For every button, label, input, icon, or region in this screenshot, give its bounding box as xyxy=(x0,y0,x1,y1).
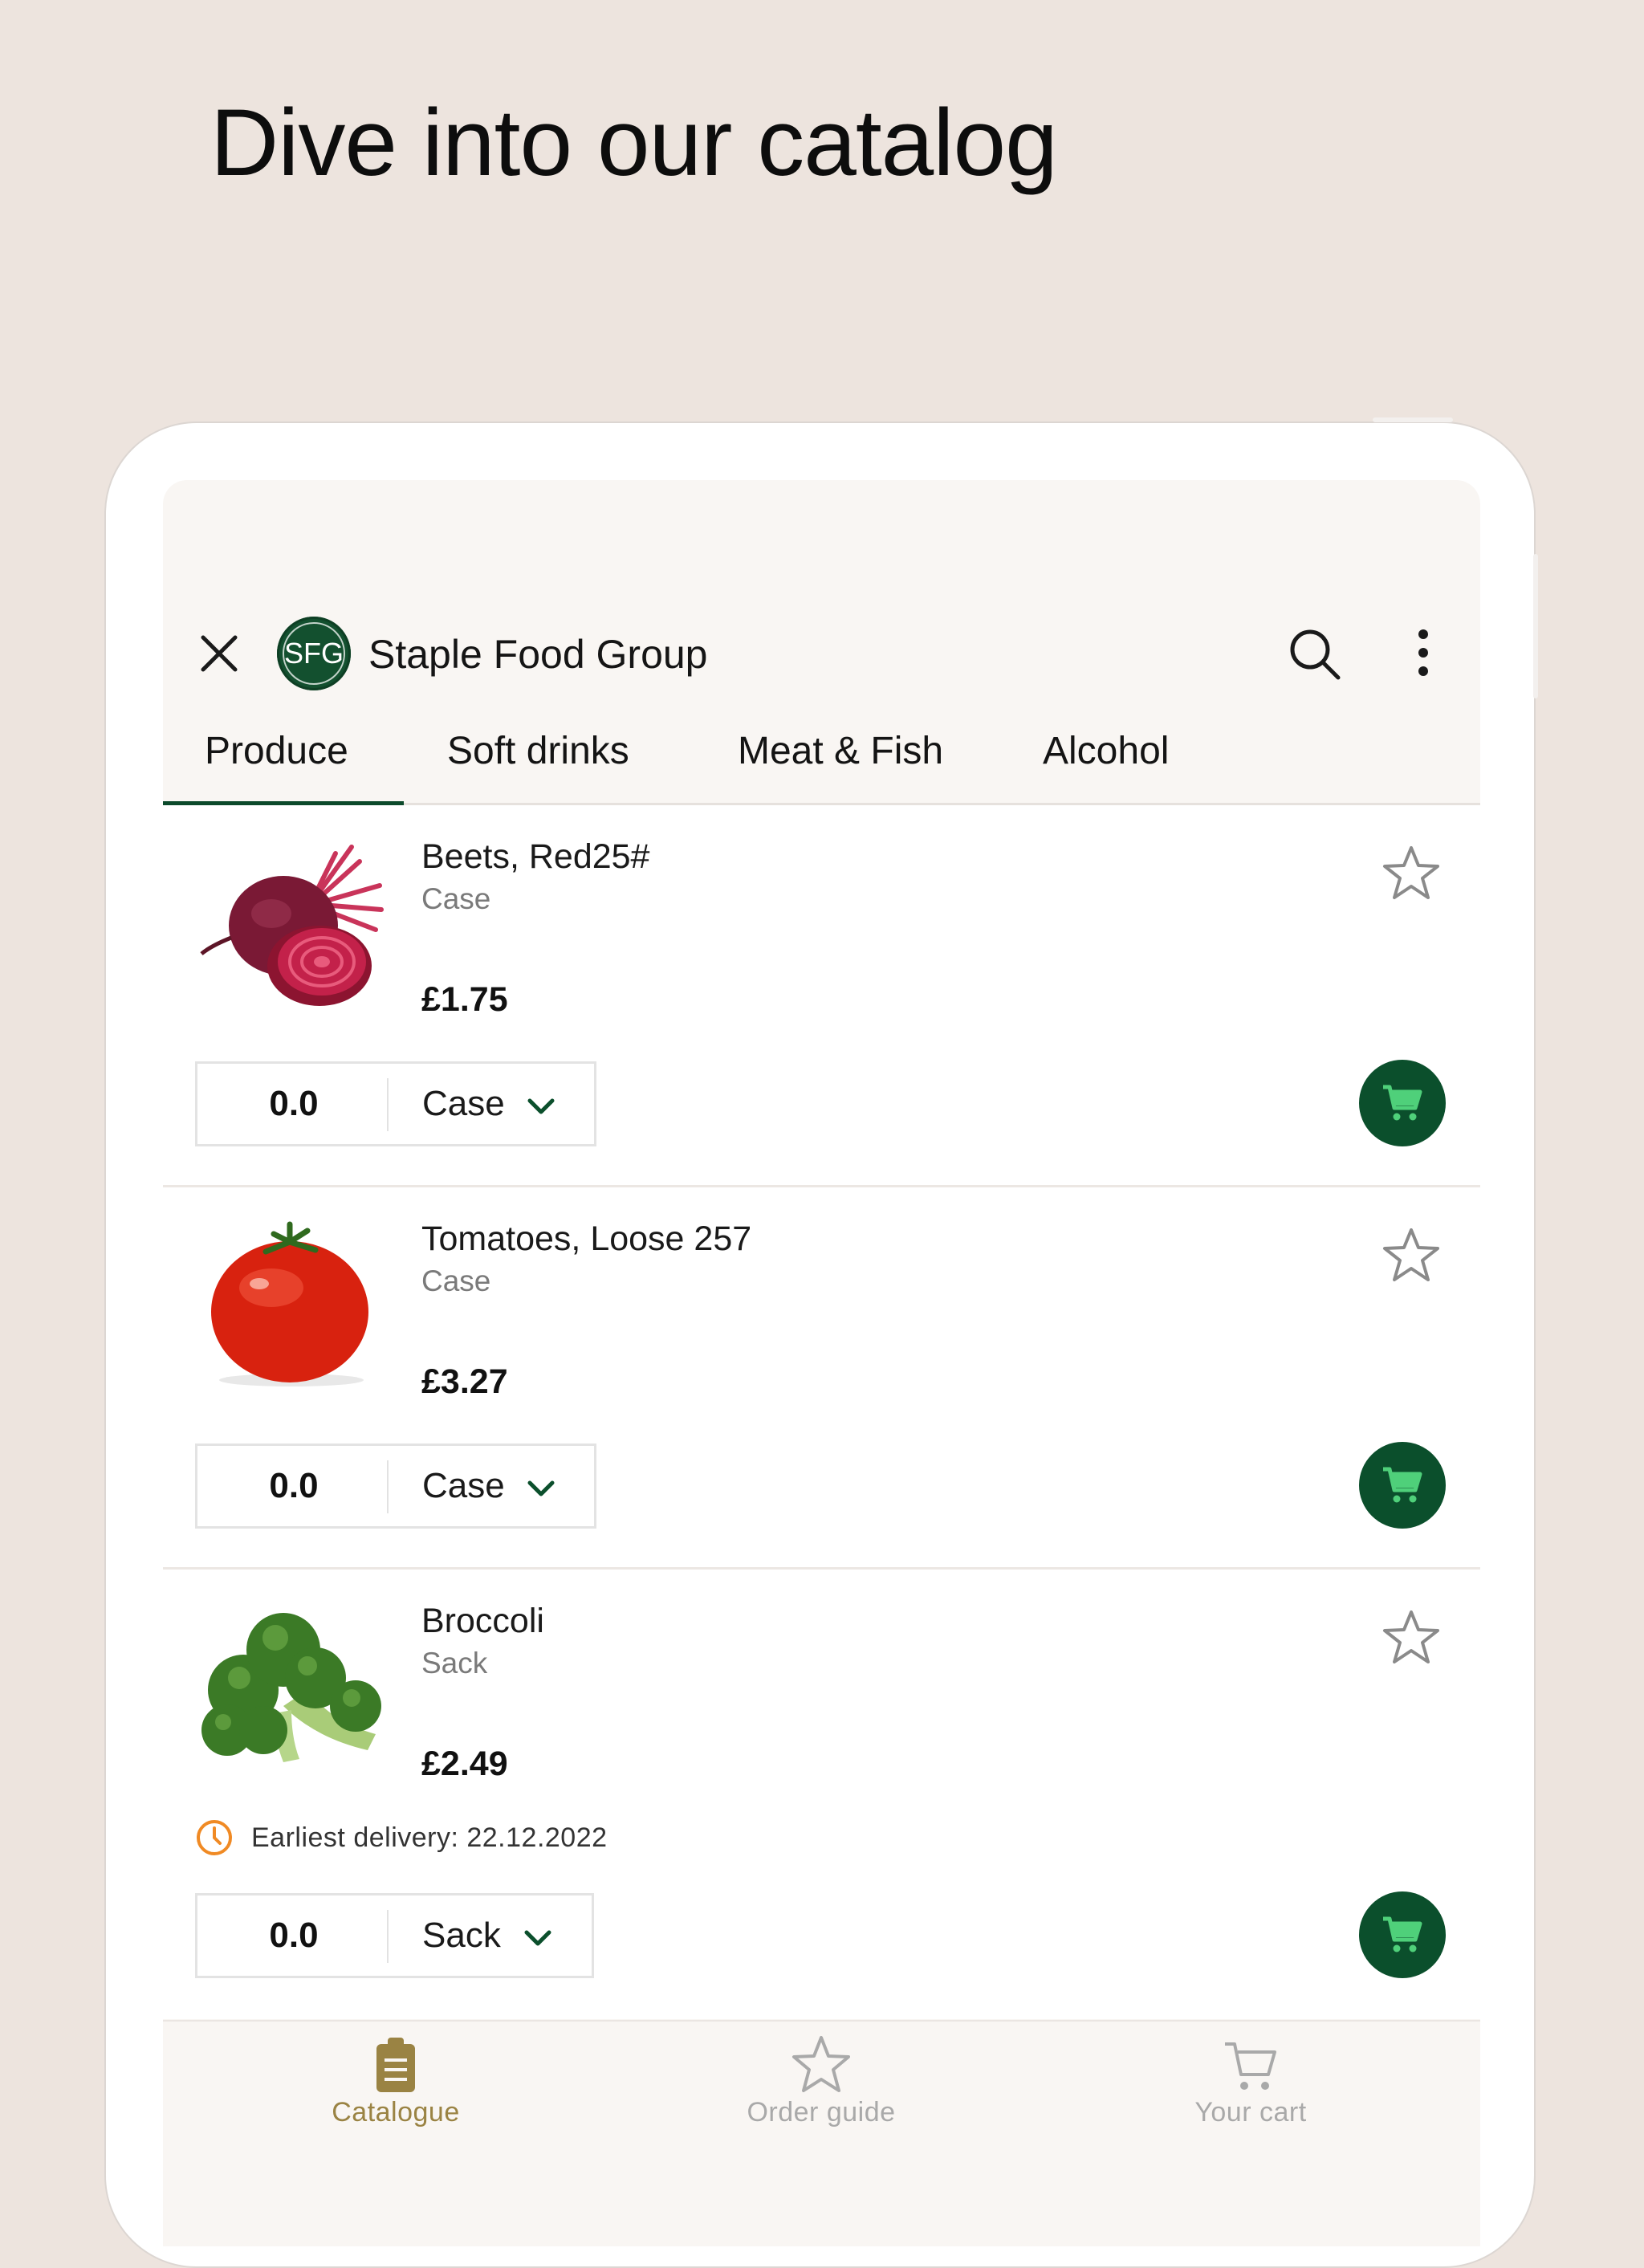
add-to-cart-button[interactable] xyxy=(1359,1442,1446,1529)
quantity-divider xyxy=(387,1910,389,1963)
delivery-text: Earliest delivery: 22.12.2022 xyxy=(251,1822,608,1853)
tomato-image[interactable] xyxy=(195,1220,388,1388)
app-title: Staple Food Group xyxy=(368,632,708,677)
quantity-divider xyxy=(387,1078,389,1131)
cart-icon xyxy=(1383,1467,1422,1503)
product-card: Beets, Red25# Case £1.75 0.0 Case xyxy=(163,805,1480,1187)
nav-your-cart[interactable]: Your cart xyxy=(1130,2033,1371,2128)
nav-label: Order guide xyxy=(747,2097,896,2128)
favorite-star-icon[interactable] xyxy=(1379,1224,1443,1288)
tab-alcohol[interactable]: Alcohol xyxy=(1043,729,1169,773)
product-card: Tomatoes, Loose 257 Case £3.27 0.0 Case xyxy=(163,1187,1480,1570)
quantity-divider xyxy=(387,1460,389,1513)
brand-logo-text: SFG xyxy=(283,637,344,670)
bottom-navigation: Catalogue Order guide Your cart xyxy=(163,2020,1480,2246)
quantity-stepper[interactable]: 0.0 Case xyxy=(195,1443,596,1529)
product-name: Beets, Red25# xyxy=(421,837,650,876)
cart-icon xyxy=(1383,1916,1422,1952)
product-price: £3.27 xyxy=(421,1362,508,1401)
clipboard-icon xyxy=(376,2038,415,2092)
tab-meat-fish[interactable]: Meat & Fish xyxy=(738,729,943,773)
product-name: Broccoli xyxy=(421,1602,544,1640)
device-top-button xyxy=(1373,417,1453,422)
product-unit: Sack xyxy=(421,1647,488,1680)
nav-label: Your cart xyxy=(1194,2097,1307,2128)
add-to-cart-button[interactable] xyxy=(1359,1060,1446,1146)
unit-select[interactable]: Sack xyxy=(422,1895,501,1976)
tab-soft-drinks[interactable]: Soft drinks xyxy=(447,729,629,773)
product-price: £1.75 xyxy=(421,980,508,1019)
more-vertical-icon[interactable] xyxy=(1399,625,1447,681)
tab-produce[interactable]: Produce xyxy=(205,729,348,773)
star-icon xyxy=(792,2036,850,2092)
app-screen: SFG Staple Food Group Produce Soft drink… xyxy=(163,480,1480,2246)
close-icon[interactable] xyxy=(197,631,242,676)
chevron-down-icon[interactable] xyxy=(525,1094,557,1118)
page-headline: Dive into our catalog xyxy=(210,90,1058,196)
cart-icon xyxy=(1383,1085,1422,1121)
quantity-stepper[interactable]: 0.0 Case xyxy=(195,1061,596,1146)
chevron-down-icon[interactable] xyxy=(522,1926,554,1950)
nav-catalogue[interactable]: Catalogue xyxy=(275,2033,516,2128)
category-tabs: Produce Soft drinks Meat & Fish Alcohol xyxy=(163,721,1480,805)
beet-image[interactable] xyxy=(195,837,388,1006)
app-toolbar: SFG Staple Food Group xyxy=(163,609,1480,697)
product-name: Tomatoes, Loose 257 xyxy=(421,1220,752,1258)
quantity-stepper[interactable]: 0.0 Sack xyxy=(195,1893,594,1978)
quantity-value[interactable]: 0.0 xyxy=(197,1895,390,1976)
unit-select[interactable]: Case xyxy=(422,1064,505,1144)
favorite-star-icon[interactable] xyxy=(1379,1606,1443,1670)
brand-logo: SFG xyxy=(277,617,351,690)
chevron-down-icon[interactable] xyxy=(525,1476,557,1500)
product-card: Broccoli Sack £2.49 Earliest delivery: 2… xyxy=(163,1570,1480,2019)
favorite-star-icon[interactable] xyxy=(1379,841,1443,906)
broccoli-image[interactable] xyxy=(195,1602,388,1770)
search-icon[interactable] xyxy=(1285,625,1343,682)
product-unit: Case xyxy=(421,882,491,915)
product-price: £2.49 xyxy=(421,1745,508,1783)
device-side-button xyxy=(1533,554,1538,698)
cart-icon xyxy=(1225,2042,1276,2090)
unit-select[interactable]: Case xyxy=(422,1446,505,1526)
product-unit: Case xyxy=(421,1264,491,1297)
quantity-value[interactable]: 0.0 xyxy=(197,1064,390,1144)
delivery-note: Earliest delivery: 22.12.2022 xyxy=(195,1818,608,1858)
add-to-cart-button[interactable] xyxy=(1359,1891,1446,1978)
nav-order-guide[interactable]: Order guide xyxy=(701,2033,942,2128)
product-list: Beets, Red25# Case £1.75 0.0 Case Tomato… xyxy=(163,805,1480,2019)
clock-icon xyxy=(197,1820,232,1855)
quantity-value[interactable]: 0.0 xyxy=(197,1446,390,1526)
nav-label: Catalogue xyxy=(332,2097,460,2128)
